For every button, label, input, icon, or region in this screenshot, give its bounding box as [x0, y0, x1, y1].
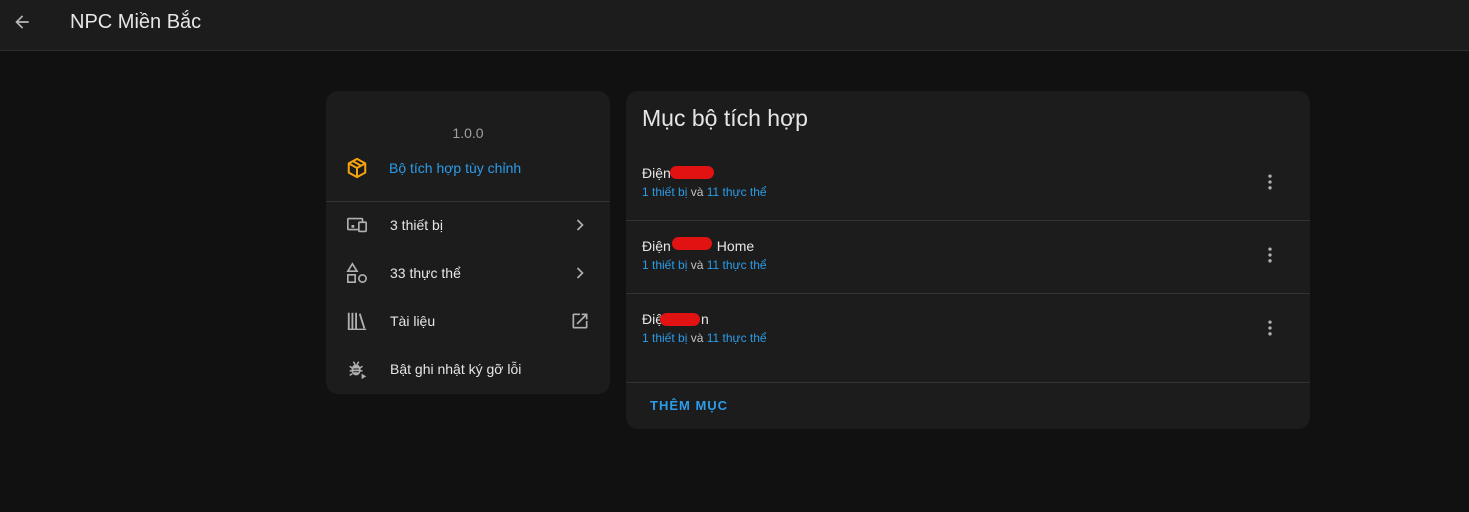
package-icon	[347, 157, 367, 179]
chevron-right-icon	[570, 215, 590, 235]
devices-icon	[346, 214, 368, 236]
open-in-new-icon	[570, 311, 590, 331]
bug-play-icon	[346, 358, 368, 380]
entry-meta: 1 thiết bị và 11 thực thể	[642, 258, 767, 272]
entry-entities-link[interactable]: 11 thực thể	[707, 185, 767, 199]
arrow-left-icon	[15, 15, 29, 29]
custom-integration-row: Bộ tích hợp tùy chỉnh	[346, 157, 521, 179]
shapes-icon	[346, 262, 368, 284]
entities-label: 33 thực thể	[390, 265, 461, 281]
library-icon	[346, 310, 368, 332]
redaction-mark	[670, 166, 714, 179]
back-button[interactable]	[10, 10, 34, 34]
page-title: NPC Miền Bắc	[70, 11, 202, 33]
entry-devices-link[interactable]: 1 thiết bị	[642, 258, 687, 272]
entry-entities-link[interactable]: 11 thực thể	[707, 331, 767, 345]
entry-overflow-menu-button[interactable]	[1258, 170, 1282, 194]
documentation-link[interactable]: Tài liệu	[326, 301, 610, 341]
integration-entry[interactable]: Điệno 1 thiết bị và 11 thực thể	[626, 148, 1310, 221]
divider	[626, 382, 1310, 383]
entry-devices-link[interactable]: 1 thiết bị	[642, 185, 687, 199]
entry-devices-link[interactable]: 1 thiết bị	[642, 331, 687, 345]
dots-vertical-icon	[1268, 320, 1272, 336]
integration-info-card: 1.0.0 Bộ tích hợp tùy chỉnh 3 thiết bị 3…	[326, 91, 610, 394]
top-app-bar: NPC Miền Bắc	[0, 0, 1469, 51]
chevron-right-icon	[570, 263, 590, 283]
integration-entry[interactable]: Điệ n 1 thiết bị và 11 thực thể	[626, 294, 1310, 367]
version-label: 1.0.0	[452, 125, 484, 141]
devices-label: 3 thiết bị	[390, 217, 443, 233]
add-entry-button[interactable]: THÊM MỤC	[642, 394, 736, 418]
integration-entry[interactable]: Điện Home 1 thiết bị và 11 thực thể	[626, 221, 1310, 294]
entry-meta: 1 thiết bị và 11 thực thể	[642, 331, 767, 345]
redaction-mark	[672, 237, 712, 250]
divider	[326, 201, 610, 202]
documentation-label: Tài liệu	[390, 313, 436, 329]
enable-debug-logging-button[interactable]: Bật ghi nhật ký gỡ lỗi	[326, 349, 610, 389]
debug-logging-label: Bật ghi nhật ký gỡ lỗi	[390, 361, 522, 377]
entry-overflow-menu-button[interactable]	[1258, 316, 1282, 340]
integration-entries-card: Mục bộ tích hợp Điệno 1 thiết bị và 11 t…	[626, 91, 1310, 429]
custom-integration-label: Bộ tích hợp tùy chỉnh	[389, 160, 522, 176]
dots-vertical-icon	[1268, 174, 1272, 190]
entry-meta: 1 thiết bị và 11 thực thể	[642, 185, 767, 199]
entries-title: Mục bộ tích hợp	[642, 105, 808, 131]
entry-entities-link[interactable]: 11 thực thể	[707, 258, 767, 272]
devices-link[interactable]: 3 thiết bị	[326, 205, 610, 245]
entities-link[interactable]: 33 thực thể	[326, 253, 610, 293]
dots-vertical-icon	[1268, 247, 1272, 263]
redaction-mark	[660, 313, 700, 326]
entry-overflow-menu-button[interactable]	[1258, 243, 1282, 267]
